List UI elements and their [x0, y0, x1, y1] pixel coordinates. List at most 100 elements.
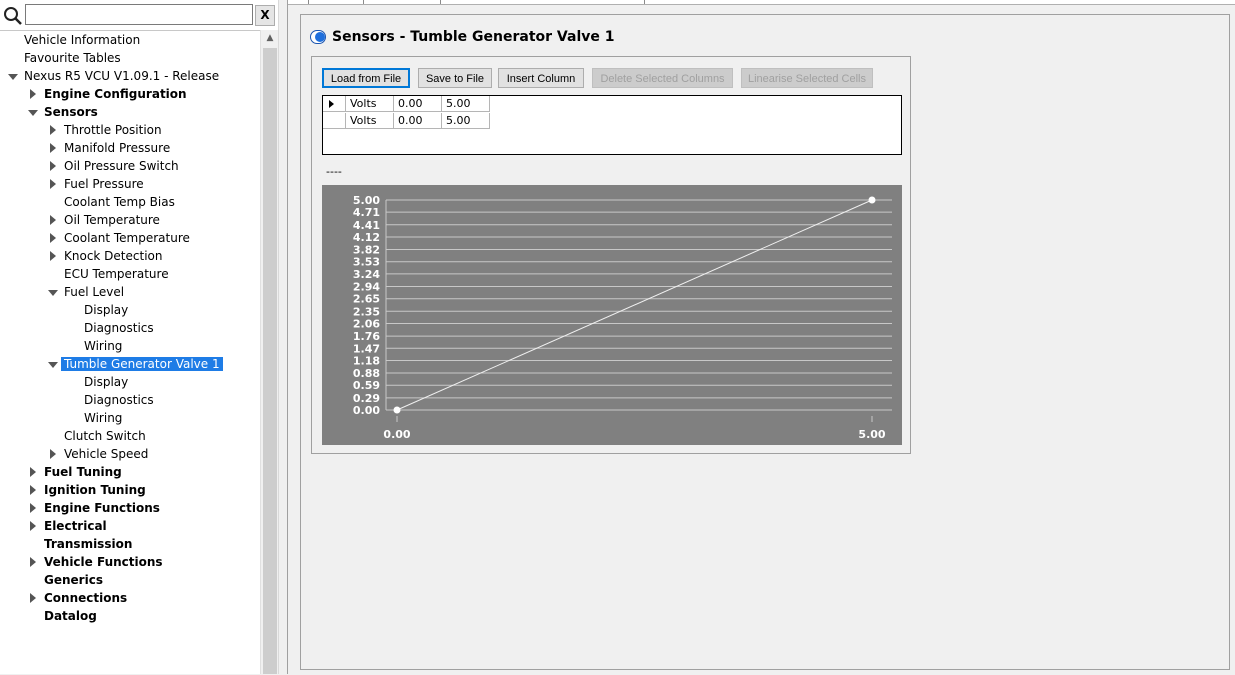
panel-splitter[interactable]: [278, 0, 287, 674]
scrollbar-thumb[interactable]: [263, 48, 277, 674]
tree-item-engine-configuration[interactable]: Engine Configuration: [30, 85, 187, 103]
expand-arrow-icon[interactable]: [30, 503, 36, 513]
y-tick-label: 3.53: [353, 256, 380, 269]
expand-arrow-icon[interactable]: [50, 161, 56, 171]
tree-item-oil-temperature[interactable]: Oil Temperature: [50, 211, 160, 229]
page-title: Sensors - Tumble Generator Valve 1: [332, 29, 615, 45]
y-tick-label: 4.71: [353, 206, 380, 219]
table-cell[interactable]: 0.00: [394, 96, 442, 112]
tree-item-knock-detection[interactable]: Knock Detection: [50, 247, 162, 265]
table-cell[interactable]: 5.00: [442, 113, 490, 129]
search-input[interactable]: [25, 4, 253, 25]
tree-item-ignition-tuning[interactable]: Ignition Tuning: [30, 481, 146, 499]
tree-item-coolant-temp-bias[interactable]: Coolant Temp Bias: [64, 193, 175, 211]
tree-item-label: Engine Configuration: [44, 87, 187, 101]
tree-item-transmission[interactable]: Transmission: [44, 535, 132, 553]
tree-item-fuel-pressure[interactable]: Fuel Pressure: [50, 175, 144, 193]
tree-item-ecu-temperature[interactable]: ECU Temperature: [64, 265, 169, 283]
tree-item-display[interactable]: Display: [84, 301, 128, 319]
clear-search-button[interactable]: X: [255, 5, 275, 26]
expand-arrow-icon[interactable]: [50, 125, 56, 135]
tree-item-diagnostics[interactable]: Diagnostics: [84, 319, 154, 337]
search-icon: [4, 7, 22, 25]
y-tick-label: 4.12: [353, 231, 380, 244]
row-header[interactable]: [323, 113, 346, 129]
navigation-tree: Vehicle Information Favourite Tables Nexus…: [0, 30, 260, 675]
tree-item-engine-functions[interactable]: Engine Functions: [30, 499, 160, 517]
y-tick-label: 3.24: [353, 268, 380, 281]
tree-item-label: Manifold Pressure: [64, 141, 171, 155]
tree-scrollbar[interactable]: ▲: [260, 30, 279, 674]
tree-item-vehicle-speed[interactable]: Vehicle Speed: [50, 445, 148, 463]
tree-item-vehicle-information[interactable]: Vehicle Information: [24, 31, 140, 49]
tree-item-sensors[interactable]: Sensors: [28, 103, 98, 121]
y-tick-label: 4.41: [353, 219, 380, 232]
tree-item-wiring[interactable]: Wiring: [84, 409, 122, 427]
tree-item-wiring[interactable]: Wiring: [84, 337, 122, 355]
expand-arrow-icon[interactable]: [30, 521, 36, 531]
delete-selected-columns-button[interactable]: Delete Selected Columns: [592, 68, 733, 88]
expand-arrow-icon[interactable]: [50, 179, 56, 189]
linearise-selected-cells-button[interactable]: Linearise Selected Cells: [741, 68, 873, 88]
expand-arrow-icon[interactable]: [50, 449, 56, 459]
expand-arrow-icon[interactable]: [30, 557, 36, 567]
tree-item-label: Tumble Generator Valve 1: [61, 357, 223, 371]
chart-canvas: 0.000.290.590.881.181.471.762.062.352.65…: [353, 194, 892, 441]
tree-item-vehicle-functions[interactable]: Vehicle Functions: [30, 553, 163, 571]
tree-item-label: Datalog: [44, 609, 97, 623]
y-tick-label: 1.18: [353, 354, 380, 367]
expand-arrow-icon[interactable]: [30, 593, 36, 603]
x-tick-label: 5.00: [858, 428, 885, 441]
expand-arrow-icon[interactable]: [50, 215, 56, 225]
row-header[interactable]: [323, 96, 346, 112]
tree-item-tumble-generator-valve-1[interactable]: Tumble Generator Valve 1: [48, 355, 223, 373]
tree-item-fuel-level[interactable]: Fuel Level: [48, 283, 124, 301]
expand-arrow-icon[interactable]: [30, 485, 36, 495]
tree-item-fuel-tuning[interactable]: Fuel Tuning: [30, 463, 122, 481]
y-tick-label: 2.35: [353, 305, 380, 318]
tree-item-generics[interactable]: Generics: [44, 571, 103, 589]
collapse-arrow-icon[interactable]: [28, 110, 38, 116]
table-row-label: Volts: [346, 113, 394, 129]
save-to-file-button[interactable]: Save to File: [418, 68, 492, 88]
data-point: [868, 196, 876, 204]
main-content: Sensors - Tumble Generator Valve 1 Load …: [287, 0, 1235, 674]
tree-item-label: Wiring: [84, 411, 123, 425]
tree-item-label: Transmission: [44, 537, 133, 551]
tree-item-label: Coolant Temperature: [64, 231, 190, 245]
tree-item-label: Vehicle Functions: [44, 555, 163, 569]
collapse-arrow-icon[interactable]: [48, 362, 58, 368]
expand-arrow-icon[interactable]: [50, 251, 56, 261]
tree-item-diagnostics[interactable]: Diagnostics: [84, 391, 154, 409]
collapse-arrow-icon[interactable]: [8, 74, 18, 80]
table-cell[interactable]: 5.00: [442, 96, 490, 112]
collapse-arrow-icon[interactable]: [48, 290, 58, 296]
expand-arrow-icon[interactable]: [50, 143, 56, 153]
tree-item-coolant-temperature[interactable]: Coolant Temperature: [50, 229, 190, 247]
table-cell[interactable]: 0.00: [394, 113, 442, 129]
tree-item-clutch-switch[interactable]: Clutch Switch: [64, 427, 146, 445]
tree-item-manifold-pressure[interactable]: Manifold Pressure: [50, 139, 171, 157]
load-from-file-button[interactable]: Load from File: [322, 68, 410, 88]
tree-item-label: Engine Functions: [44, 501, 160, 515]
tree-item-oil-pressure-switch[interactable]: Oil Pressure Switch: [50, 157, 179, 175]
tree-item-label: Nexus R5 VCU V1.09.1 - Release: [24, 69, 220, 83]
tree-item-datalog[interactable]: Datalog: [44, 607, 97, 625]
tree-item-electrical[interactable]: Electrical: [30, 517, 107, 535]
table-grid: Volts 0.00 5.00 Volts 0.00 5.00: [322, 95, 902, 155]
insert-column-button[interactable]: Insert Column: [498, 68, 584, 88]
tree-item-label: Ignition Tuning: [44, 483, 146, 497]
tree-item-nexus-r5-vcu-v1-09-1-release[interactable]: Nexus R5 VCU V1.09.1 - Release: [8, 67, 220, 85]
expand-arrow-icon[interactable]: [30, 467, 36, 477]
y-tick-label: 0.59: [353, 379, 380, 392]
tree-item-favourite-tables[interactable]: Favourite Tables: [24, 49, 121, 67]
tree-item-connections[interactable]: Connections: [30, 589, 127, 607]
expand-arrow-icon[interactable]: [50, 233, 56, 243]
expand-arrow-icon[interactable]: [30, 89, 36, 99]
scroll-up-icon[interactable]: ▲: [261, 30, 279, 47]
y-tick-label: 3.82: [353, 244, 380, 257]
tree-item-label: Oil Temperature: [64, 213, 160, 227]
tree-item-throttle-position[interactable]: Throttle Position: [50, 121, 162, 139]
tree-item-display[interactable]: Display: [84, 373, 128, 391]
table-toggle-icon[interactable]: [310, 30, 326, 44]
